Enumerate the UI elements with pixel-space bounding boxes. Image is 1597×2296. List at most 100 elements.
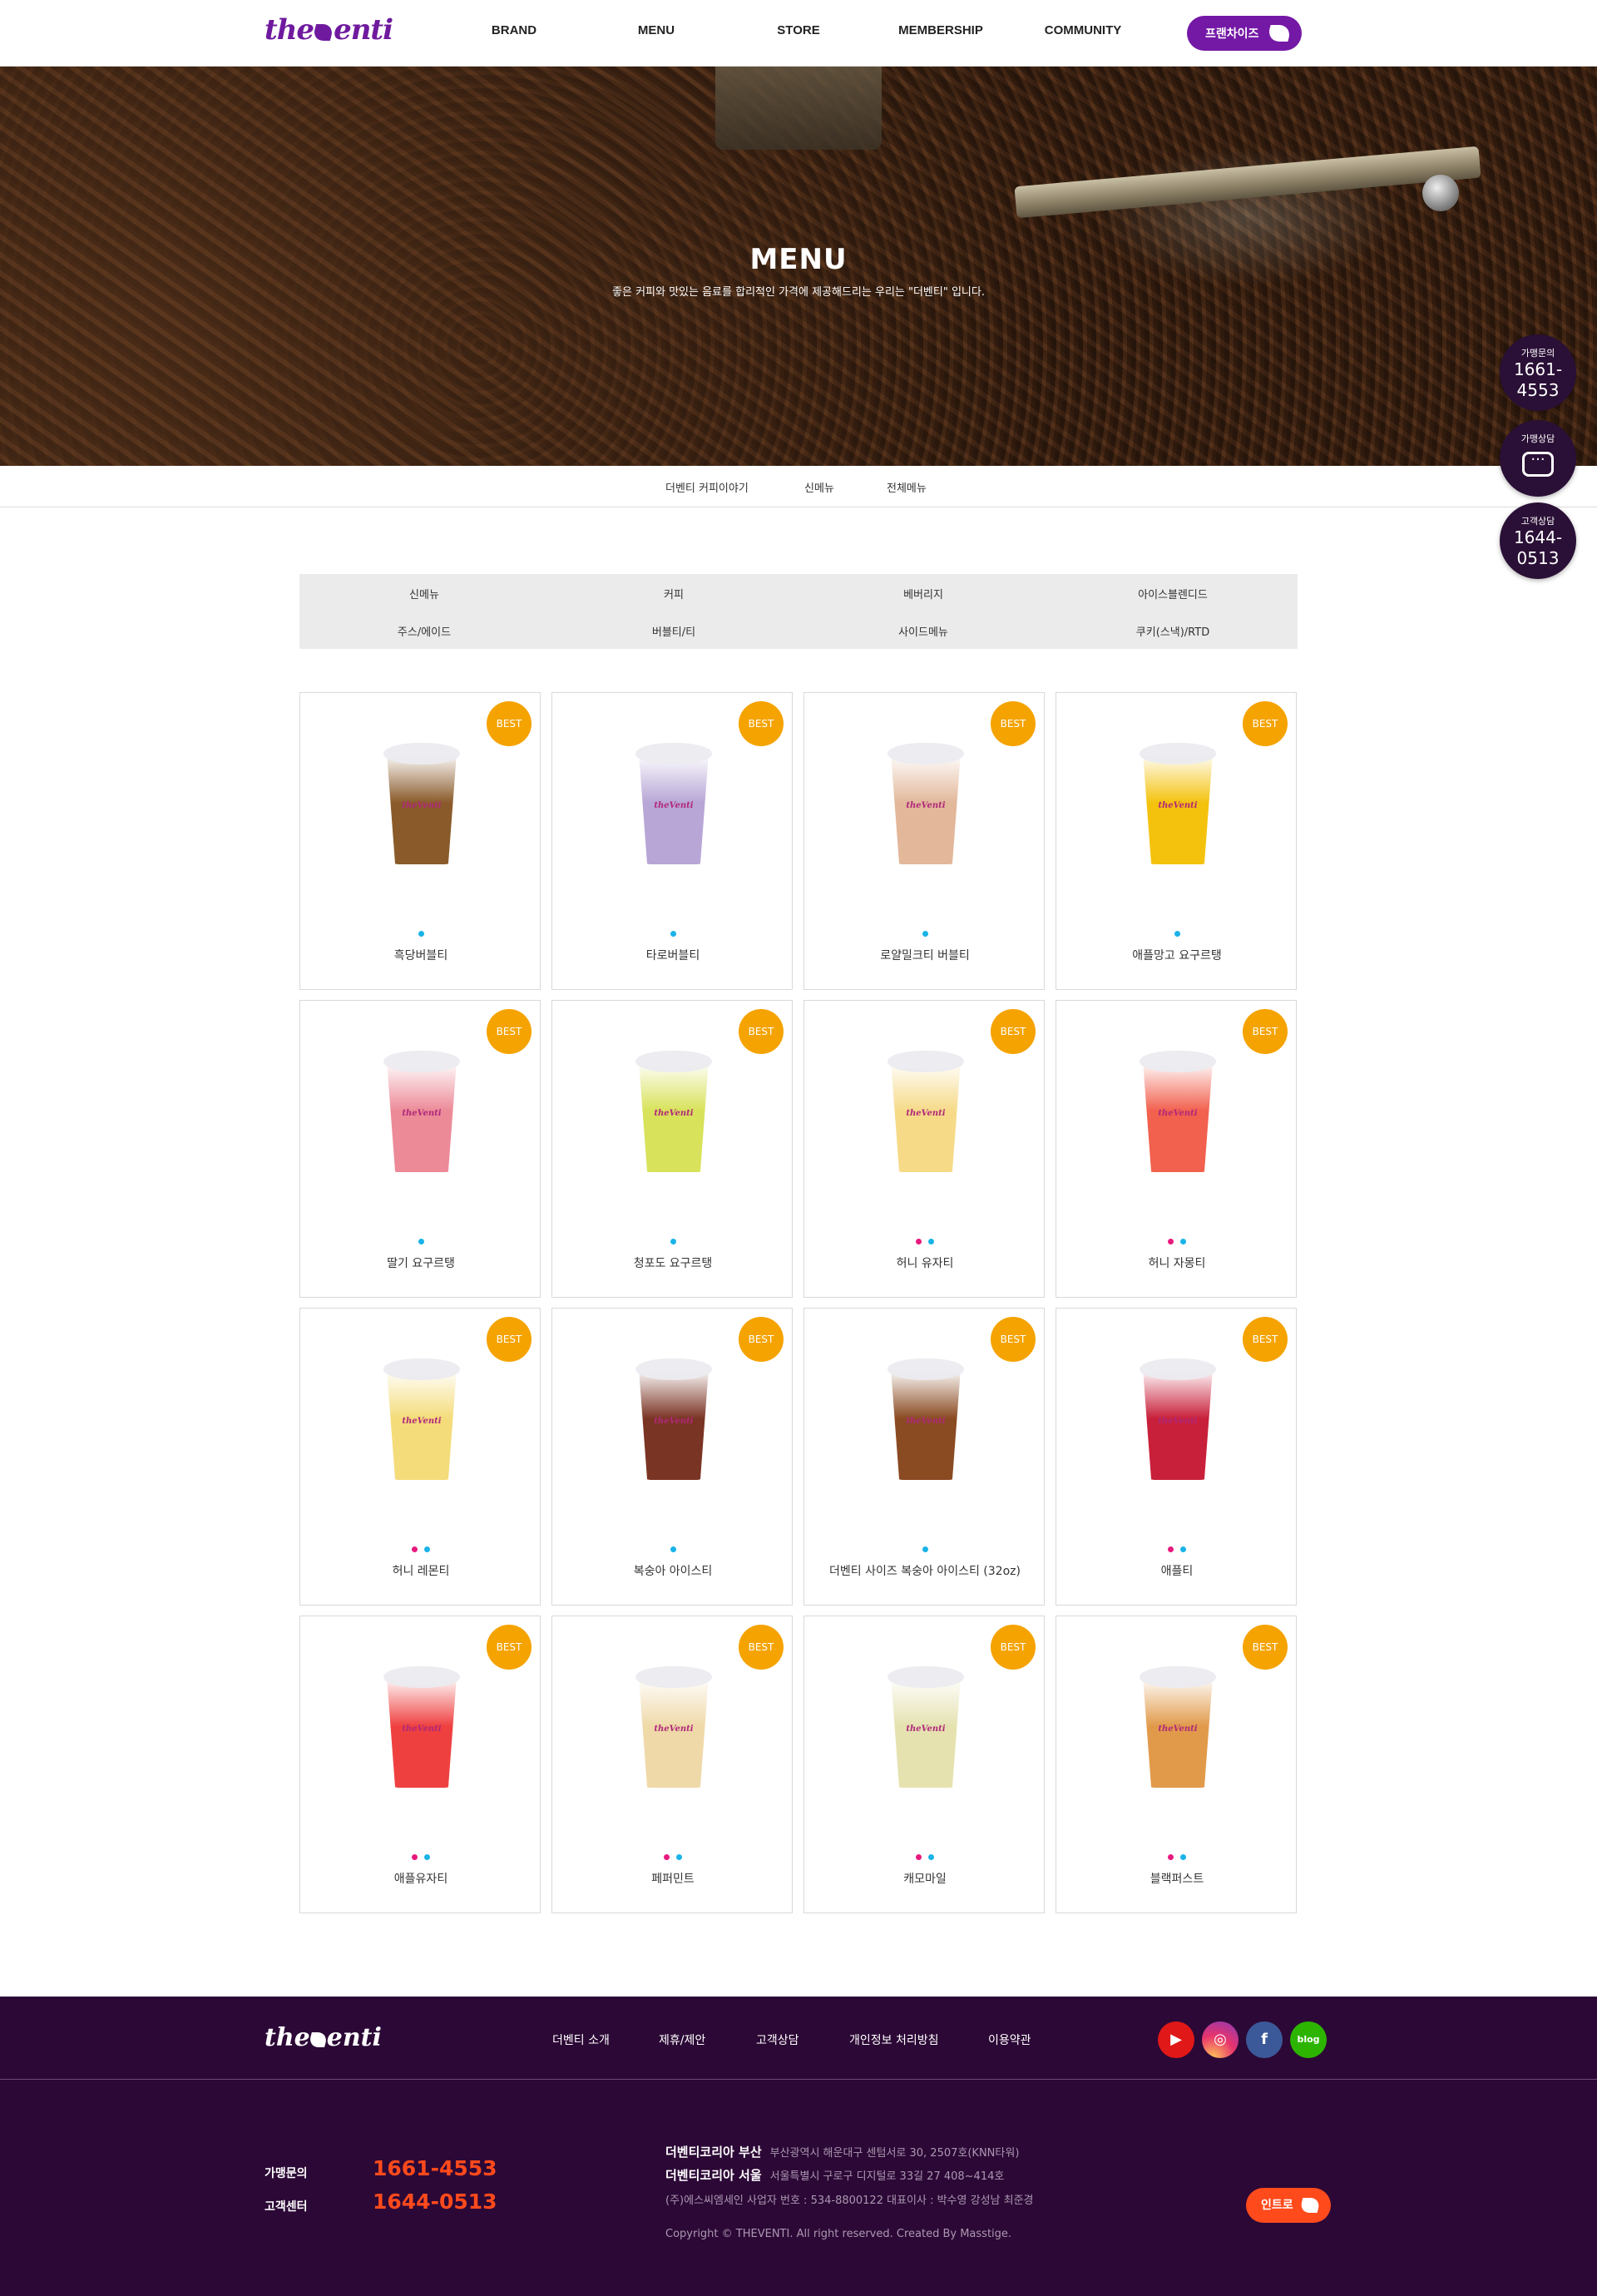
temperature-dots: [804, 1232, 1046, 1244]
franchise-consult-float[interactable]: 가맹상담 ···: [1500, 420, 1576, 497]
leaf-icon: [1298, 2198, 1322, 2213]
site-footer: the enti 더벤티 소개 제휴/제안 고객상담 개인정보 처리방침 이용약관…: [0, 1997, 1597, 2296]
footer-logo[interactable]: the enti: [265, 2023, 382, 2052]
category-tab[interactable]: 신메뉴: [299, 586, 549, 601]
product-card[interactable]: BEST theVenti 애플티: [1056, 1308, 1297, 1606]
main-nav: BRAND MENU STORE MEMBERSHIP COMMUNITY: [0, 23, 1597, 43]
nav-store[interactable]: STORE: [732, 23, 865, 37]
float-label: 가맹상담: [1520, 433, 1555, 444]
product-card[interactable]: BEST theVenti 캐모마일: [803, 1616, 1045, 1913]
drink-image: theVenti: [635, 1666, 712, 1791]
product-card[interactable]: BEST theVenti 더벤티 사이즈 복숭아 아이스티 (32oz): [803, 1308, 1045, 1606]
instagram-icon[interactable]: ◎: [1202, 2021, 1239, 2058]
ice-dot: [928, 1239, 934, 1244]
best-badge: BEST: [991, 1317, 1036, 1362]
facebook-icon[interactable]: f: [1246, 2021, 1283, 2058]
product-card[interactable]: BEST theVenti 페퍼민트: [551, 1616, 793, 1913]
cup-logo: theVenti: [654, 1109, 694, 1118]
footer-link-support[interactable]: 고객상담: [756, 2031, 799, 2048]
product-card[interactable]: BEST theVenti 허니 레몬티: [299, 1308, 541, 1606]
franchise-button[interactable]: 프랜차이즈: [1187, 16, 1302, 51]
product-name: 페퍼민트: [651, 1873, 695, 1886]
category-tab[interactable]: 아이스블렌디드: [1048, 586, 1298, 601]
category-tab[interactable]: 커피: [549, 586, 798, 601]
subnav-all-menu[interactable]: 전체메뉴: [887, 479, 927, 495]
category-tab[interactable]: 주스/에이드: [299, 623, 549, 639]
franchise-number: 1661-4553: [373, 2156, 497, 2180]
category-tab[interactable]: 쿠키(스낵)/RTD: [1048, 623, 1298, 639]
drink-image: theVenti: [887, 1051, 964, 1175]
drink-image: theVenti: [383, 1666, 460, 1791]
cup-logo: theVenti: [402, 801, 442, 810]
product-card[interactable]: BEST theVenti 허니 유자티: [803, 1000, 1045, 1298]
product-name: 허니 자몽티: [1148, 1257, 1206, 1270]
ice-dot: [928, 1854, 934, 1860]
hero-subtitle: 좋은 커피와 맛있는 음료를 합리적인 가격에 제공해드리는 우리는 "더벤티"…: [612, 286, 985, 299]
nav-membership[interactable]: MEMBERSHIP: [874, 23, 1007, 37]
drink-image: theVenti: [887, 1666, 964, 1791]
franchise-label: 가맹문의: [265, 2167, 308, 2180]
best-badge: BEST: [991, 1009, 1036, 1054]
cup-logo: theVenti: [402, 1724, 442, 1734]
product-card[interactable]: BEST theVenti 블랙퍼스트: [1056, 1616, 1297, 1913]
product-card[interactable]: BEST theVenti 애플유자티: [299, 1616, 541, 1913]
product-card[interactable]: BEST theVenti 복숭아 아이스티: [551, 1308, 793, 1606]
product-card[interactable]: BEST theVenti 로얄밀크티 버블티: [803, 692, 1045, 990]
cup-ice: [635, 1358, 712, 1380]
product-card[interactable]: BEST theVenti 청포도 요구르탱: [551, 1000, 793, 1298]
category-tab[interactable]: 버블티/티: [549, 623, 798, 639]
product-card[interactable]: BEST theVenti 딸기 요구르탱: [299, 1000, 541, 1298]
product-name: 청포도 요구르탱: [633, 1257, 713, 1270]
product-card[interactable]: BEST theVenti 허니 자몽티: [1056, 1000, 1297, 1298]
drink-image: theVenti: [635, 743, 712, 868]
temperature-dots: [552, 1848, 794, 1860]
best-badge: BEST: [487, 1009, 532, 1054]
cup-logo: theVenti: [906, 801, 946, 810]
footer-link-terms[interactable]: 이용약관: [988, 2031, 1031, 2048]
customer-consult-float[interactable]: 고객상담 1644-0513: [1500, 502, 1576, 579]
footer-top: the enti 더벤티 소개 제휴/제안 고객상담 개인정보 처리방침 이용약관…: [0, 1997, 1597, 2080]
footer-link-about[interactable]: 더벤티 소개: [552, 2031, 610, 2048]
product-card[interactable]: BEST theVenti 흑당버블티: [299, 692, 541, 990]
hot-dot: [412, 1854, 418, 1860]
leaf-icon: [1266, 25, 1293, 42]
temperature-dots: [804, 1540, 1046, 1552]
subnav-story[interactable]: 더벤티 커피이야기: [665, 479, 749, 495]
product-card[interactable]: BEST theVenti 타로버블티: [551, 692, 793, 990]
footer-link-partnership[interactable]: 제휴/제안: [659, 2031, 705, 2048]
cup-ice: [1140, 1051, 1216, 1072]
site-header: the enti BRAND MENU STORE MEMBERSHIP COMM…: [0, 0, 1597, 67]
product-name: 딸기 요구르탱: [387, 1257, 455, 1270]
best-badge: BEST: [487, 1625, 532, 1670]
drink-image: theVenti: [635, 1051, 712, 1175]
blog-icon[interactable]: blog: [1290, 2021, 1327, 2058]
busan-address-line: 더벤티코리아 부산 부산광역시 해운대구 센텀서로 30, 2507호(KNN타워…: [665, 2143, 1019, 2160]
subnav-new-menu[interactable]: 신메뉴: [804, 479, 834, 495]
intro-button[interactable]: 인트로: [1246, 2188, 1331, 2223]
footer-link-privacy[interactable]: 개인정보 처리방침: [849, 2031, 939, 2048]
hot-dot: [916, 1854, 922, 1860]
ice-dot: [922, 931, 928, 937]
nav-menu[interactable]: MENU: [590, 23, 723, 37]
category-tab[interactable]: 베버리지: [798, 586, 1048, 601]
product-name: 애플유자티: [393, 1873, 448, 1886]
chat-icon: ···: [1522, 452, 1554, 477]
temperature-dots: [552, 924, 794, 937]
hero-title: MENU: [749, 243, 848, 276]
nav-brand[interactable]: BRAND: [447, 23, 581, 37]
nav-community[interactable]: COMMUNITY: [1016, 23, 1150, 37]
youtube-icon[interactable]: ▶: [1158, 2021, 1194, 2058]
franchise-inquiry-float[interactable]: 가맹문의 1661-4553: [1500, 334, 1576, 411]
cup-ice: [887, 1358, 964, 1380]
cup-ice: [887, 1666, 964, 1688]
cup-logo: theVenti: [654, 1417, 694, 1426]
category-tab[interactable]: 사이드메뉴: [798, 623, 1048, 639]
drink-image: theVenti: [887, 743, 964, 868]
temperature-dots: [300, 924, 541, 937]
seoul-address: 서울특별시 구로구 디지털로 33길 27 408~414호: [769, 2170, 1005, 2183]
product-name: 복숭아 아이스티: [633, 1565, 713, 1578]
product-name: 허니 레몬티: [392, 1565, 450, 1578]
product-card[interactable]: BEST theVenti 애플망고 요구르탱: [1056, 692, 1297, 990]
drink-image: theVenti: [383, 1358, 460, 1483]
best-badge: BEST: [1243, 1317, 1288, 1362]
